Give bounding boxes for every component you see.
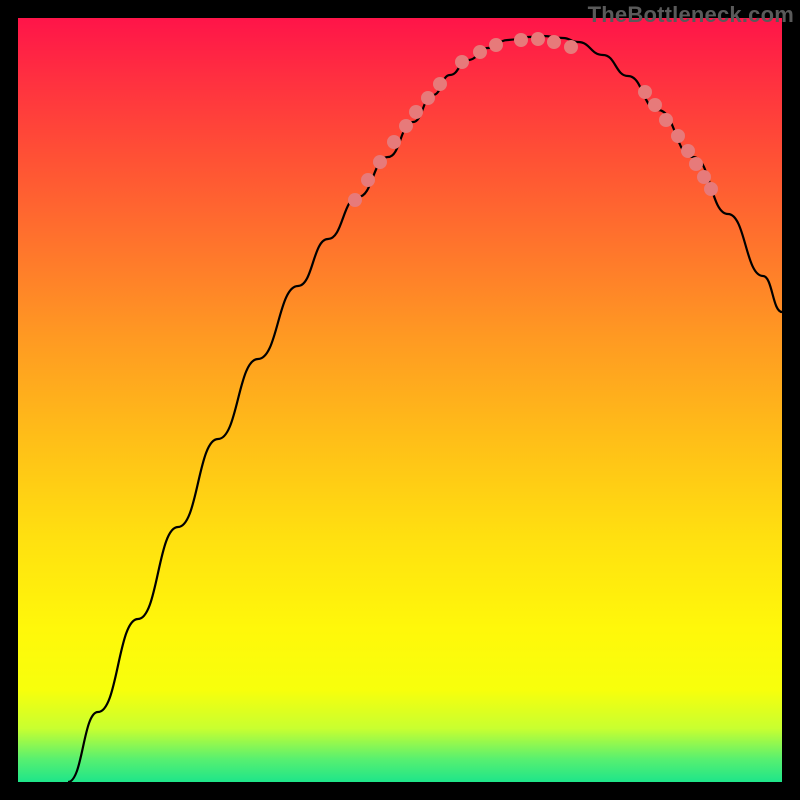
bottleneck-curve xyxy=(68,36,782,782)
marker-point xyxy=(704,182,718,196)
marker-point xyxy=(514,33,528,47)
marker-point xyxy=(671,129,685,143)
marker-point xyxy=(399,119,413,133)
marker-point xyxy=(348,193,362,207)
marker-point xyxy=(421,91,435,105)
marker-point xyxy=(659,113,673,127)
chart-frame: TheBottleneck.com xyxy=(0,0,800,800)
marker-point xyxy=(648,98,662,112)
marker-point xyxy=(387,135,401,149)
marker-point xyxy=(409,105,423,119)
marker-point xyxy=(547,35,561,49)
marker-point xyxy=(489,38,503,52)
marker-point xyxy=(473,45,487,59)
marker-point xyxy=(689,157,703,171)
marker-point xyxy=(681,144,695,158)
plot-area xyxy=(18,18,782,782)
marker-point xyxy=(361,173,375,187)
marker-point xyxy=(373,155,387,169)
marker-point xyxy=(638,85,652,99)
chart-svg xyxy=(18,18,782,782)
marker-point xyxy=(531,32,545,46)
marker-point xyxy=(455,55,469,69)
marker-point xyxy=(433,77,447,91)
marker-point xyxy=(564,40,578,54)
watermark-text: TheBottleneck.com xyxy=(588,2,794,28)
marker-point xyxy=(697,170,711,184)
